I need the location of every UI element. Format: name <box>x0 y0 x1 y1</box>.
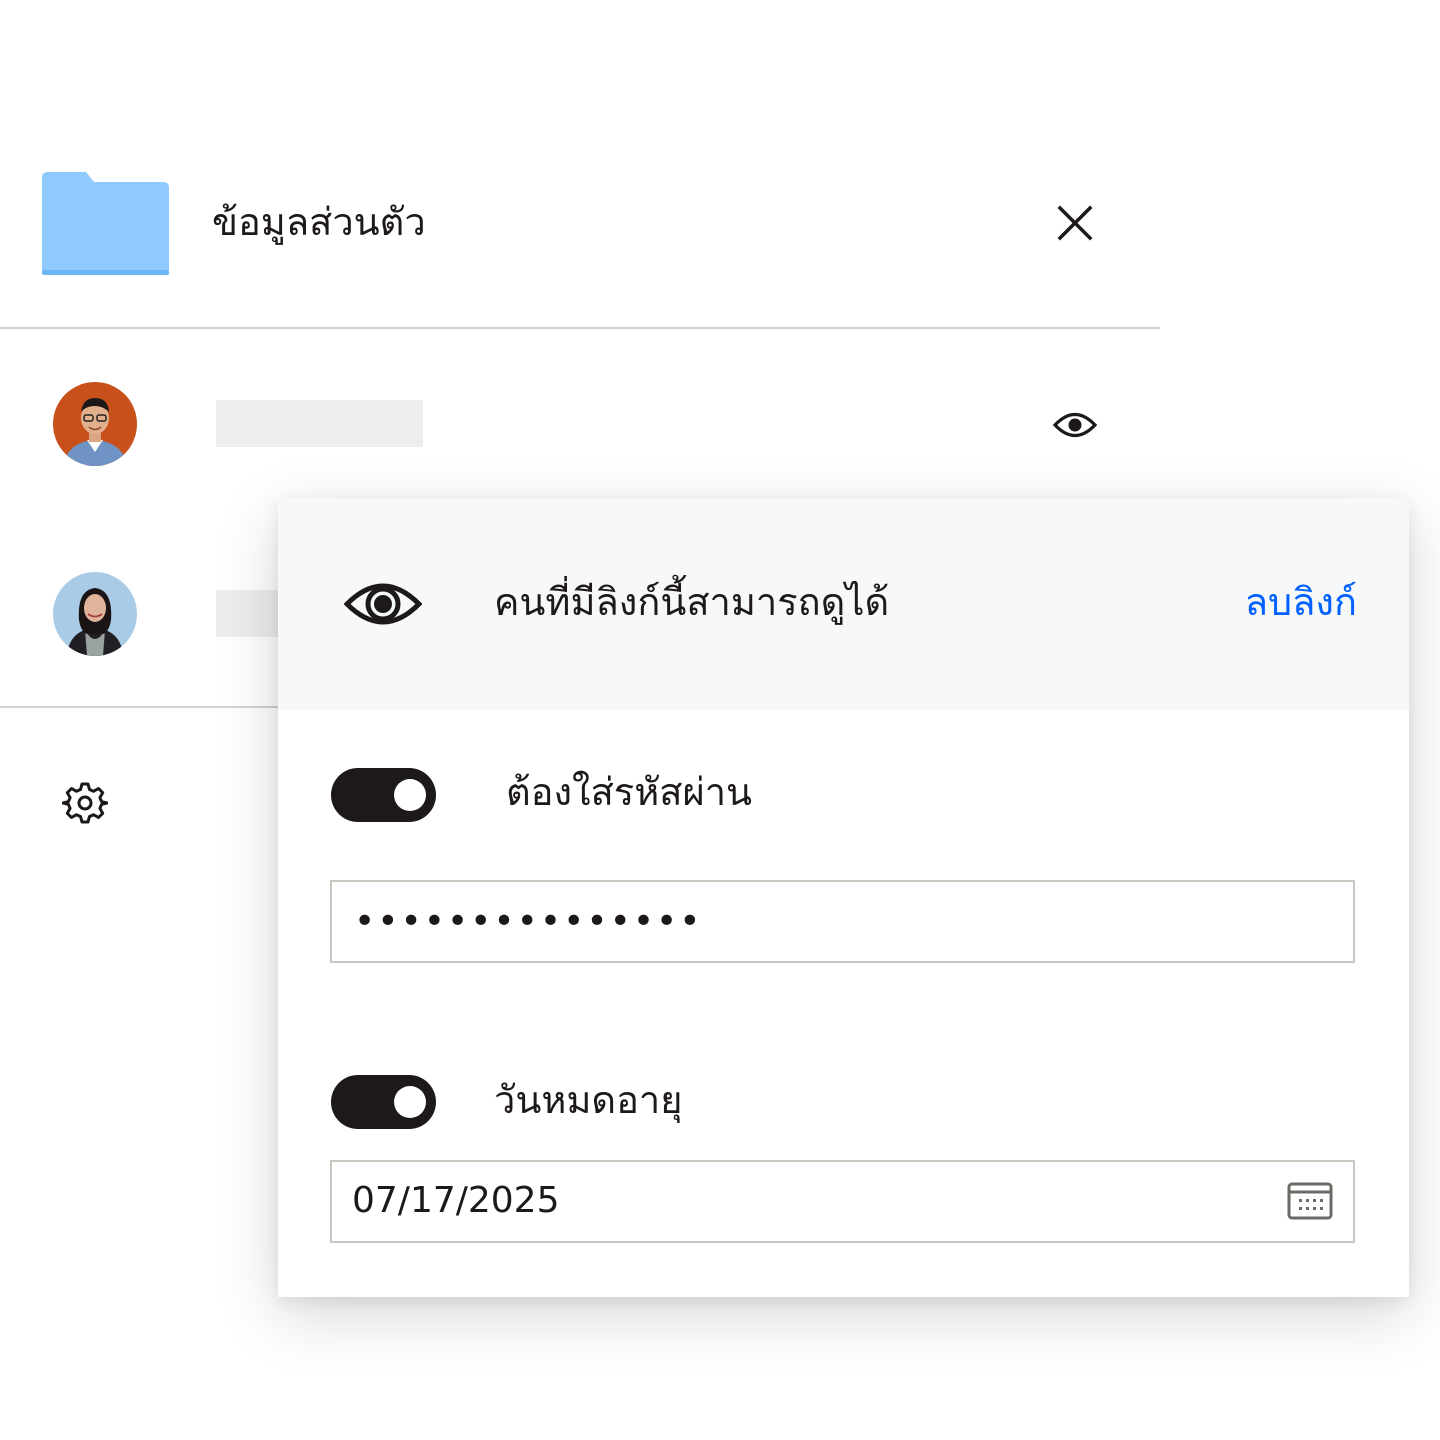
popover-header: คนที่มีลิงก์นี้สามารถดูได้ ลบลิงก์ <box>278 498 1409 710</box>
eye-icon <box>344 583 422 625</box>
toggle-knob <box>394 779 426 811</box>
avatar-man <box>53 382 137 466</box>
password-toggle-label: ต้องใส่รหัสผ่าน <box>506 770 753 814</box>
password-toggle[interactable] <box>331 768 436 822</box>
avatar-woman <box>53 572 137 656</box>
expiration-toggle-label: วันหมดอายุ <box>494 1078 683 1122</box>
toggle-knob <box>394 1086 426 1118</box>
folder-title: ข้อมูลส่วนตัว <box>212 200 426 244</box>
gear-icon[interactable] <box>62 780 108 826</box>
link-permission-text: คนที่มีลิงก์นี้สามารถดูได้ <box>494 580 890 624</box>
expiration-toggle[interactable] <box>331 1075 436 1129</box>
expiration-date-field[interactable]: 07/17/2025 <box>330 1160 1355 1243</box>
eye-icon[interactable] <box>1052 402 1098 448</box>
link-settings-popover: คนที่มีลิงก์นี้สามารถดูได้ ลบลิงก์ ต้องใ… <box>278 498 1409 1297</box>
folder-icon <box>42 172 169 275</box>
password-value: ••••••••••••••• <box>354 901 703 942</box>
divider <box>0 327 1160 329</box>
remove-link-button[interactable]: ลบลิงก์ <box>1245 576 1357 628</box>
expiration-date-value: 07/17/2025 <box>352 1180 560 1221</box>
password-field[interactable]: ••••••••••••••• <box>330 880 1355 963</box>
member-name-placeholder <box>216 400 423 447</box>
close-icon[interactable] <box>1052 200 1098 246</box>
calendar-icon[interactable] <box>1287 1180 1333 1222</box>
